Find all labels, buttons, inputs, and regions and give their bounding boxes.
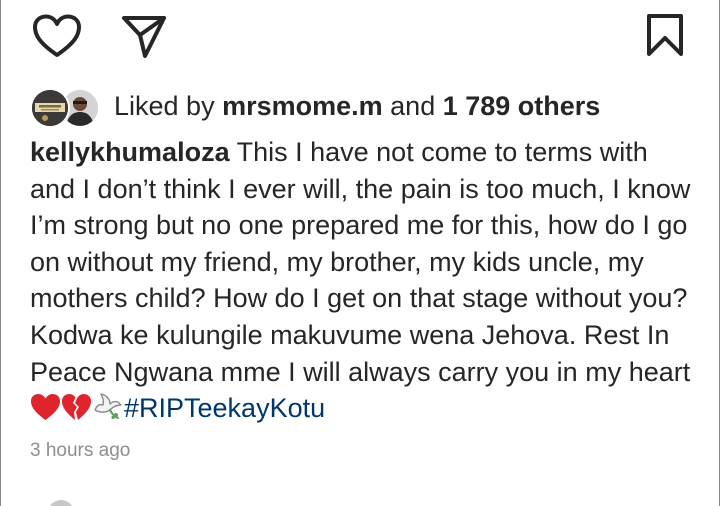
- paper-plane-icon[interactable]: [120, 14, 168, 60]
- caption-text: This I have not come to terms with and I…: [30, 137, 691, 387]
- bookmark-outline-icon[interactable]: [644, 12, 686, 58]
- post-timestamp[interactable]: 3 hours ago: [30, 440, 130, 462]
- dove-icon: [92, 393, 124, 431]
- post-action-bar: [0, 0, 720, 80]
- avatar[interactable]: [30, 88, 70, 128]
- heart-outline-icon[interactable]: [32, 14, 82, 60]
- liker-avatars[interactable]: [30, 86, 100, 128]
- red-heart-icon: [30, 393, 61, 431]
- liked-by-prefix: Liked by: [114, 90, 223, 121]
- post-caption: kellykhumaloza This I have not come to t…: [30, 134, 700, 431]
- likes-count[interactable]: 1 789 others: [443, 91, 601, 121]
- liked-by-connector: and: [382, 90, 443, 121]
- liked-by-username[interactable]: mrsmome.m: [222, 91, 383, 121]
- liked-by-text: Liked by mrsmome.m and 1 789 others: [114, 91, 600, 122]
- broken-heart-icon: [61, 393, 92, 431]
- hashtag-link[interactable]: #RIPTeekayKotu: [124, 393, 325, 423]
- liked-by-row[interactable]: Liked by mrsmome.m and 1 789 others: [30, 84, 600, 128]
- caption-username[interactable]: kellykhumaloza: [30, 137, 230, 167]
